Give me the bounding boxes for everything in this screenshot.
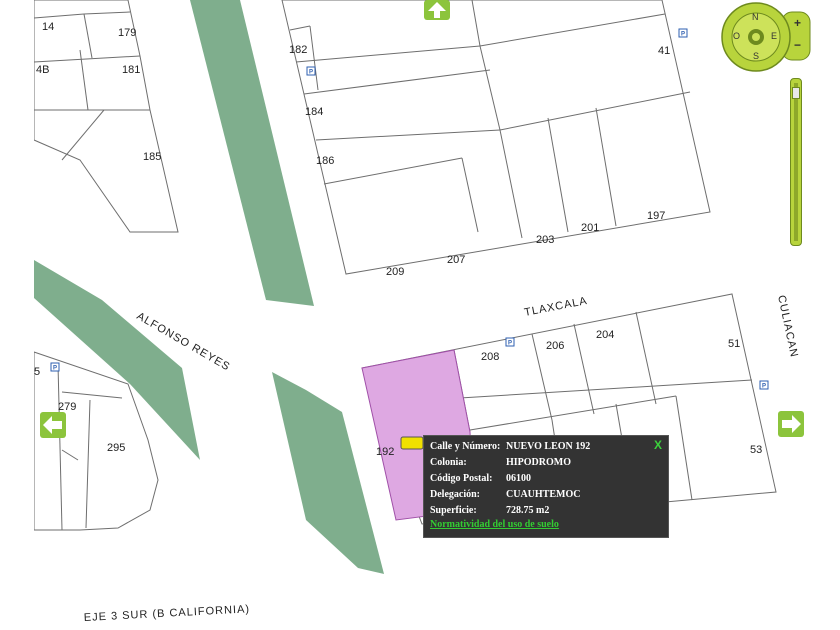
popup-label: Calle y Número: <box>430 441 501 452</box>
lot-number: 53 <box>750 444 762 456</box>
svg-text:P: P <box>762 384 766 390</box>
popup-label: Delegación: <box>430 489 480 500</box>
lot-number: 206 <box>546 340 564 352</box>
popup-label: Superficie: <box>430 505 477 516</box>
block-top-center <box>281 0 711 275</box>
popup-value: NUEVO LEON 192 <box>506 441 591 452</box>
popup-label: Colonia: <box>430 457 467 468</box>
compass-east-button[interactable]: E <box>771 31 777 41</box>
svg-text:P: P <box>53 366 57 372</box>
parking-icon: P <box>50 362 60 372</box>
zoom-slider-track <box>794 83 798 241</box>
lot-number: 295 <box>107 442 125 454</box>
lot-number: 181 <box>122 64 140 76</box>
popup-value: HIPODROMO <box>506 457 571 468</box>
popup-row-superficie: Superficie: 728.75 m2 <box>430 504 549 518</box>
popup-value: CUAUHTEMOC <box>506 489 581 500</box>
lot-number: 182 <box>289 44 307 56</box>
popup-label: Código Postal: <box>430 473 493 484</box>
lot-number: 185 <box>143 151 161 163</box>
selected-lot-marker-icon[interactable] <box>400 436 424 450</box>
block-top-left <box>33 0 179 233</box>
zoom-slider-handle[interactable] <box>792 87 800 99</box>
map-frame-left <box>0 0 34 630</box>
land-use-regulation-link[interactable]: Normatividad del uso de suelo <box>430 519 559 530</box>
lot-info-popup: X Calle y Número: NUEVO LEON 192 Colonia:… <box>423 435 669 538</box>
popup-row-delegacion: Delegación: CUAUHTEMOC <box>430 488 580 502</box>
lot-number: 209 <box>386 266 404 278</box>
lot-number: 204 <box>596 329 614 341</box>
parking-icon: P <box>759 380 769 390</box>
lot-number: 179 <box>118 27 136 39</box>
lot-number: 208 <box>481 351 499 363</box>
compass-north-button[interactable]: N <box>752 12 759 22</box>
svg-text:P: P <box>309 70 313 76</box>
lot-number: 201 <box>581 222 599 234</box>
lot-number: 192 <box>376 446 394 458</box>
arrow-up-icon[interactable] <box>424 0 450 20</box>
popup-value: 06100 <box>506 473 531 484</box>
compass-icon[interactable]: N S E O + − <box>720 2 812 72</box>
street-label-eje-3-sur: EJE 3 SUR (B CALIFORNIA) <box>84 603 251 624</box>
popup-row-postal-code: Código Postal: 06100 <box>430 472 531 486</box>
svg-text:P: P <box>508 341 512 347</box>
popup-row-address: Calle y Número: NUEVO LEON 192 <box>430 440 590 454</box>
street-label-tlaxcala: TLAXCALA <box>523 295 588 319</box>
lot-number: 14 <box>42 21 54 33</box>
lot-number: 197 <box>647 210 665 222</box>
popup-close-button[interactable]: X <box>654 438 662 452</box>
compass-south-button[interactable]: S <box>753 51 759 61</box>
map-frame-right <box>808 0 840 630</box>
parking-icon: P <box>505 337 515 347</box>
lot-number: 207 <box>447 254 465 266</box>
lot-number: 186 <box>316 155 334 167</box>
svg-text:P: P <box>681 32 685 38</box>
street-label-culiacan: CULIACAN <box>775 294 800 359</box>
arrow-left-icon[interactable] <box>40 412 66 438</box>
lot-number: 4B <box>36 64 49 76</box>
lot-number: 51 <box>728 338 740 350</box>
zoom-out-button[interactable]: − <box>794 38 801 52</box>
lot-number: 5 <box>34 366 40 378</box>
map-canvas[interactable]: 14 179 4B 181 185 182 184 186 41 209 207… <box>0 0 840 630</box>
lot-number: 184 <box>305 106 323 118</box>
median-strip-south <box>272 372 384 574</box>
lot-number: 41 <box>658 45 670 57</box>
zoom-in-button[interactable]: + <box>794 16 801 30</box>
compass-west-button[interactable]: O <box>733 31 740 41</box>
arrow-right-icon[interactable] <box>778 411 804 437</box>
popup-value: 728.75 m2 <box>506 505 550 516</box>
zoom-slider[interactable] <box>790 78 802 246</box>
popup-row-colonia: Colonia: HIPODROMO <box>430 456 571 470</box>
parking-icon: P <box>306 66 316 76</box>
lot-number: 203 <box>536 234 554 246</box>
parking-icon: P <box>678 28 688 38</box>
